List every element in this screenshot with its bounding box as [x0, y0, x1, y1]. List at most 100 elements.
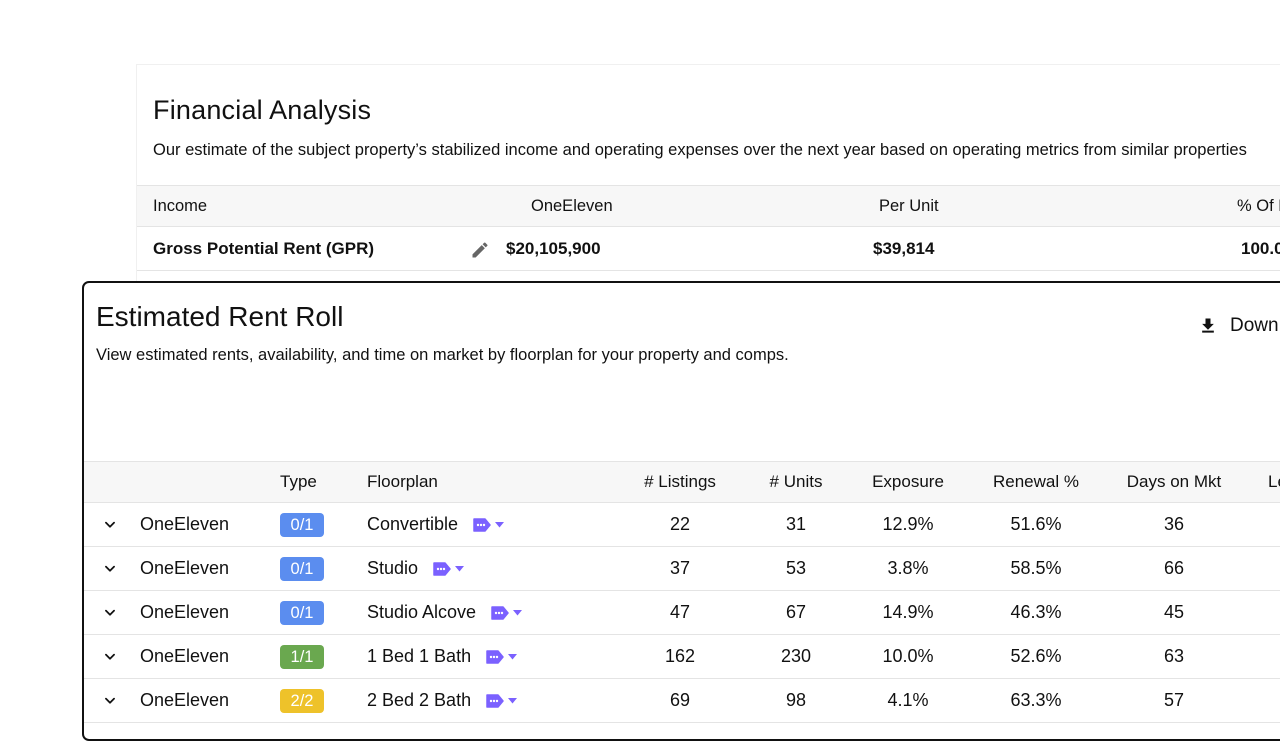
floorplan-cell: 1 Bed 1 Bath [367, 635, 607, 678]
table-row[interactable]: OneEleven 0/1 Studio 37 53 3.8% 58.5% 66 [84, 547, 1280, 591]
rent-roll-card: Estimated Rent Roll View estimated rents… [82, 281, 1280, 741]
rent-roll-body: OneEleven 0/1 Convertible 22 31 12.9% 51.6% 36 O… [84, 503, 1280, 723]
units-cell: 230 [780, 646, 812, 666]
listings-cell: 162 [664, 646, 696, 666]
gpr-row: Gross Potential Rent (GPR) $20,105,900 $… [137, 227, 1280, 271]
renewal-column-header[interactable]: Renewal % [972, 462, 1100, 502]
days-on-market-column-header[interactable]: Days on Mkt [1104, 462, 1244, 502]
tag-dropdown[interactable] [490, 605, 523, 621]
income-column-header: Income [153, 197, 208, 215]
percent-column-header: % Of E [1237, 197, 1280, 215]
renewal-cell: 46.3% [1010, 602, 1062, 622]
floorplan-column-header[interactable]: Floorplan [367, 462, 607, 502]
property-name: OneEleven [140, 602, 230, 622]
listings-cell: 69 [669, 690, 691, 710]
units-column-header[interactable]: # Units [738, 462, 854, 502]
days-on-market-cell: 63 [1163, 646, 1185, 666]
table-row[interactable]: OneEleven 0/1 Studio Alcove 47 67 14.9% 46.3% 4… [84, 591, 1280, 635]
floorplan-cell: Studio [367, 547, 607, 590]
tag-icon [473, 517, 491, 532]
listings-cell: 47 [669, 602, 691, 622]
units-cell: 31 [785, 514, 807, 534]
table-row[interactable]: OneEleven 0/1 Convertible 22 31 12.9% 51.6% 36 [84, 503, 1280, 547]
property-name: OneEleven [140, 646, 230, 666]
truncated-column-header[interactable]: Le [1268, 462, 1280, 502]
exposure-cell: 10.0% [882, 646, 934, 666]
property-column-header: OneEleven [531, 197, 613, 215]
gpr-label: Gross Potential Rent (GPR) [153, 239, 375, 258]
expand-row-button[interactable] [84, 679, 136, 722]
floorplan-name: 2 Bed 2 Bath [367, 690, 472, 710]
gpr-value: $20,105,900 [506, 239, 601, 258]
renewal-cell: 51.6% [1010, 514, 1062, 534]
type-badge: 0/1 [280, 512, 324, 537]
chevron-down-icon [105, 653, 115, 660]
units-cell: 67 [785, 602, 807, 622]
table-row[interactable]: OneEleven 2/2 2 Bed 2 Bath 69 98 4.1% 63.3% 57 [84, 679, 1280, 723]
expand-row-button[interactable] [84, 547, 136, 590]
days-on-market-cell: 36 [1163, 514, 1185, 534]
rent-roll-header: Type Floorplan # Listings # Units Exposu… [84, 461, 1280, 503]
per-unit-column-header: Per Unit [879, 197, 939, 215]
tag-dropdown[interactable] [432, 561, 465, 577]
exposure-column-header[interactable]: Exposure [850, 462, 966, 502]
floorplan-name: Studio [367, 558, 419, 578]
tag-dropdown[interactable] [472, 517, 505, 533]
property-name: OneEleven [140, 690, 230, 710]
rent-roll-table: Type Floorplan # Listings # Units Exposu… [84, 461, 1280, 723]
tag-icon [491, 605, 509, 620]
tag-icon [433, 561, 451, 576]
renewal-cell: 52.6% [1010, 646, 1062, 666]
type-badge: 1/1 [280, 644, 324, 669]
caret-down-icon [508, 697, 518, 703]
floorplan-name: 1 Bed 1 Bath [367, 646, 472, 666]
property-name: OneEleven [140, 558, 230, 578]
renewal-cell: 63.3% [1010, 690, 1062, 710]
type-badge: 0/1 [280, 556, 324, 581]
financial-analysis-title: Financial Analysis [153, 95, 372, 125]
chevron-down-icon [105, 697, 115, 704]
tag-icon [486, 649, 504, 664]
type-badge: 0/1 [280, 600, 324, 625]
exposure-cell: 4.1% [887, 690, 929, 710]
tag-dropdown[interactable] [485, 693, 518, 709]
caret-down-icon [455, 565, 465, 571]
units-cell: 98 [785, 690, 807, 710]
tag-icon [486, 693, 504, 708]
units-cell: 53 [785, 558, 807, 578]
floorplan-cell: Convertible [367, 503, 607, 546]
gpr-per-unit: $39,814 [873, 239, 935, 258]
listings-cell: 22 [669, 514, 691, 534]
type-cell: 2/2 [280, 679, 360, 722]
type-cell: 1/1 [280, 635, 360, 678]
financial-analysis-subtitle: Our estimate of the subject property’s s… [153, 141, 1247, 159]
days-on-market-cell: 66 [1163, 558, 1185, 578]
floorplan-cell: 2 Bed 2 Bath [367, 679, 607, 722]
download-label: Down [1230, 315, 1279, 336]
type-badge: 2/2 [280, 688, 324, 713]
expand-row-button[interactable] [84, 503, 136, 546]
rent-roll-subtitle: View estimated rents, availability, and … [96, 346, 789, 364]
chevron-down-icon [105, 609, 115, 616]
days-on-market-cell: 57 [1163, 690, 1185, 710]
days-on-market-cell: 45 [1163, 602, 1185, 622]
type-column-header[interactable]: Type [280, 462, 360, 502]
tag-dropdown[interactable] [485, 649, 518, 665]
caret-down-icon [513, 609, 523, 615]
listings-column-header[interactable]: # Listings [620, 462, 740, 502]
type-cell: 0/1 [280, 547, 360, 590]
exposure-cell: 3.8% [887, 558, 929, 578]
download-button[interactable]: Down [1198, 311, 1279, 341]
table-row[interactable]: OneEleven 1/1 1 Bed 1 Bath 162 230 10.0% 52.6%… [84, 635, 1280, 679]
pencil-icon[interactable] [470, 240, 490, 260]
caret-down-icon [508, 653, 518, 659]
exposure-cell: 12.9% [882, 514, 934, 534]
financial-table-header: Income OneEleven Per Unit % Of E [137, 185, 1280, 227]
expand-row-button[interactable] [84, 591, 136, 634]
renewal-cell: 58.5% [1010, 558, 1062, 578]
floorplan-name: Convertible [367, 514, 459, 534]
chevron-down-icon [105, 521, 115, 528]
caret-down-icon [495, 521, 505, 527]
gpr-percent: 100.0 [1241, 239, 1280, 258]
expand-row-button[interactable] [84, 635, 136, 678]
